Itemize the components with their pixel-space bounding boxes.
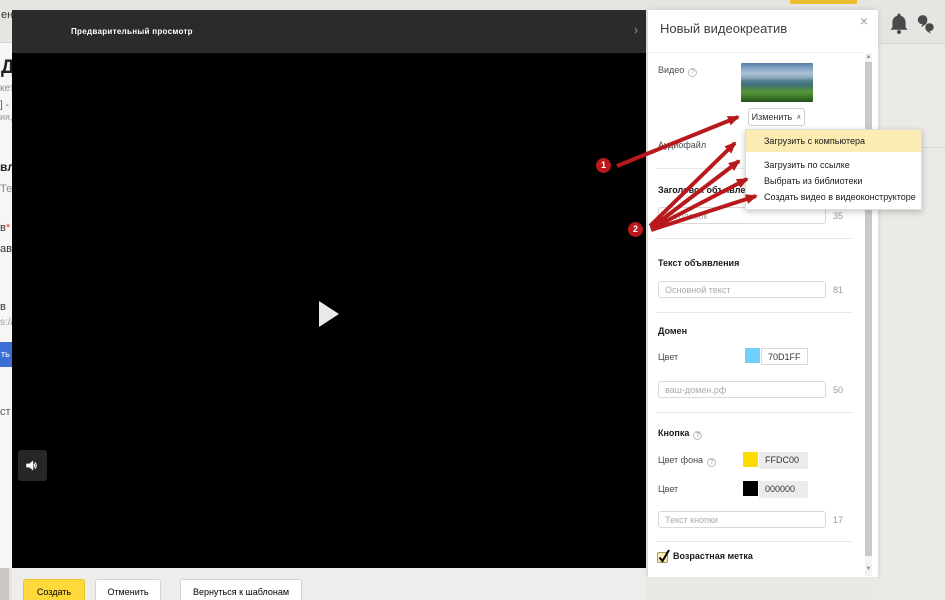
- help-icon[interactable]: ?: [707, 458, 716, 467]
- cancel-button[interactable]: Отменить: [95, 579, 161, 600]
- adtext-section-label: Текст объявления: [658, 258, 739, 268]
- button-color-value[interactable]: 000000: [759, 481, 808, 498]
- divider: [657, 238, 852, 239]
- annotation-badge-2: 2: [628, 222, 643, 237]
- annotation-badge-1: 1: [596, 158, 611, 173]
- change-video-button[interactable]: Изменить ∧: [748, 108, 805, 126]
- screen: ен Д кет ] - ия, вл Те в* ав в s:// ть с…: [0, 0, 945, 600]
- scroll-up-icon[interactable]: ▲: [864, 54, 873, 60]
- edge-text: ия,: [0, 112, 12, 122]
- back-to-templates-button[interactable]: Вернуться к шаблонам: [180, 579, 302, 600]
- video-label: Видео?: [658, 65, 697, 77]
- edge-text: в*: [0, 222, 10, 234]
- video-thumbnail[interactable]: [741, 63, 813, 102]
- menu-item-create-in-constructor[interactable]: Создать видео в видеоконструкторе: [746, 189, 921, 205]
- domain-color-value[interactable]: 70D1FF: [761, 348, 808, 365]
- button-bg-label: Цвет фона?: [658, 455, 716, 467]
- create-button[interactable]: Создать: [23, 579, 85, 600]
- change-button-label: Изменить: [752, 112, 793, 122]
- edge-blue-button[interactable]: ть: [0, 342, 12, 367]
- button-section-label: Кнопка?: [658, 428, 702, 440]
- domain-color-label: Цвет: [658, 352, 678, 362]
- speaker-icon: [25, 459, 40, 472]
- domain-counter: 50: [833, 385, 843, 395]
- page-edge-top: [0, 0, 12, 42]
- button-text-input[interactable]: [658, 511, 826, 528]
- mute-button[interactable]: [18, 450, 47, 481]
- feedback-icon[interactable]: [914, 14, 937, 35]
- change-video-dropdown: Загрузить с компьютера Загрузить по ссыл…: [745, 129, 922, 210]
- close-icon[interactable]: ×: [857, 14, 871, 28]
- divider: [648, 52, 864, 53]
- play-icon[interactable]: [319, 301, 339, 327]
- adtext-input[interactable]: [658, 281, 826, 298]
- preview-title: Предварительный просмотр: [71, 27, 193, 36]
- domain-section-label: Домен: [658, 326, 687, 336]
- panel-footer-background: [646, 577, 878, 600]
- domain-color-swatch[interactable]: [745, 348, 760, 363]
- edge-text: ст: [0, 406, 11, 418]
- age-checkbox-label: Возрастная метка: [673, 551, 753, 561]
- checkmark-icon: [656, 546, 671, 563]
- headline-counter: 35: [833, 211, 843, 221]
- menu-item-upload-from-computer[interactable]: Загрузить с компьютера: [746, 130, 921, 152]
- panel-title: Новый видеокреатив: [660, 21, 787, 36]
- divider: [657, 412, 852, 413]
- menu-item-choose-from-library[interactable]: Выбрать из библиотеки: [746, 173, 921, 189]
- divider: [657, 312, 852, 313]
- edge-text: ] -: [0, 100, 9, 111]
- preview-header: Предварительный просмотр ›: [12, 10, 646, 53]
- help-icon[interactable]: ?: [688, 68, 697, 77]
- divider: [657, 541, 852, 542]
- scroll-down-icon[interactable]: ▼: [864, 566, 873, 572]
- help-icon[interactable]: ?: [693, 431, 702, 440]
- collapse-chevron-icon[interactable]: ›: [634, 23, 638, 37]
- menu-item-upload-by-link[interactable]: Загрузить по ссылке: [746, 157, 921, 173]
- adtext-counter: 81: [833, 285, 843, 295]
- button-text-counter: 17: [833, 515, 843, 525]
- page-accent-strip: [790, 0, 857, 4]
- edge-text: в: [0, 301, 6, 313]
- edge-text: Те: [0, 183, 12, 195]
- divider: [878, 43, 945, 44]
- page-background-right: [878, 44, 945, 600]
- bell-icon[interactable]: [889, 12, 909, 35]
- button-bg-swatch[interactable]: [743, 452, 758, 467]
- edge-text: ав: [0, 243, 12, 255]
- domain-input[interactable]: [658, 381, 826, 398]
- button-color-label: Цвет: [658, 484, 678, 494]
- audio-label: Аудиофайл: [658, 140, 706, 150]
- button-color-swatch[interactable]: [743, 481, 758, 496]
- button-bg-value[interactable]: FFDC00: [759, 452, 808, 469]
- page-scrollbar[interactable]: [0, 568, 9, 600]
- chevron-up-icon: ∧: [796, 113, 801, 121]
